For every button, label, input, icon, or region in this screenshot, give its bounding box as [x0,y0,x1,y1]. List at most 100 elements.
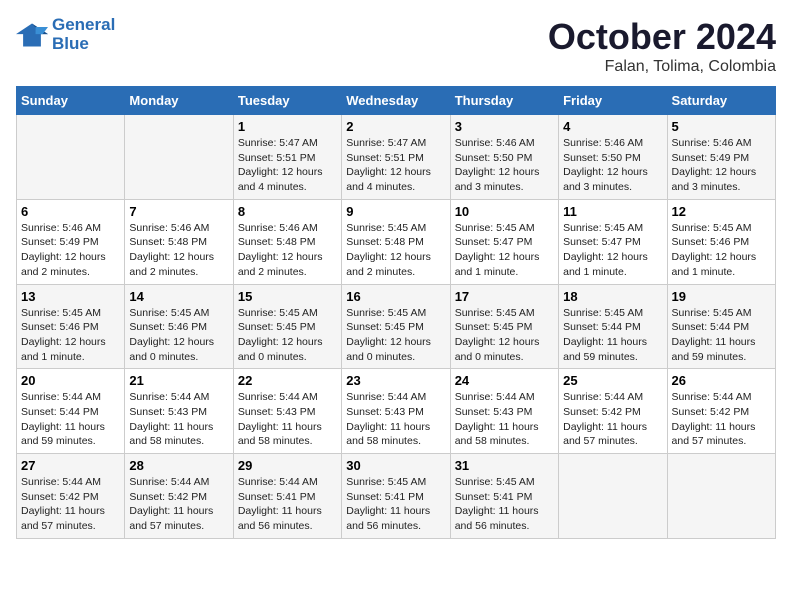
day-number: 3 [455,119,554,134]
day-detail: Sunrise: 5:46 AMSunset: 5:48 PMDaylight:… [129,221,228,280]
day-detail: Sunrise: 5:45 AMSunset: 5:47 PMDaylight:… [563,221,662,280]
calendar-day-cell: 13 Sunrise: 5:45 AMSunset: 5:46 PMDayligh… [17,284,125,369]
calendar-week-row: 20 Sunrise: 5:44 AMSunset: 5:44 PMDayligh… [17,369,776,454]
day-number: 5 [672,119,771,134]
calendar-week-row: 6 Sunrise: 5:46 AMSunset: 5:49 PMDaylight… [17,199,776,284]
day-detail: Sunrise: 5:44 AMSunset: 5:44 PMDaylight:… [21,390,120,449]
weekday-header: Thursday [450,87,558,115]
calendar-day-cell: 18 Sunrise: 5:45 AMSunset: 5:44 PMDayligh… [559,284,667,369]
weekday-header: Monday [125,87,233,115]
day-detail: Sunrise: 5:44 AMSunset: 5:43 PMDaylight:… [455,390,554,449]
day-detail: Sunrise: 5:46 AMSunset: 5:49 PMDaylight:… [21,221,120,280]
day-detail: Sunrise: 5:45 AMSunset: 5:46 PMDaylight:… [129,306,228,365]
day-number: 30 [346,458,445,473]
calendar-day-cell [559,454,667,539]
calendar-day-cell: 12 Sunrise: 5:45 AMSunset: 5:46 PMDayligh… [667,199,775,284]
title-area: October 2024 Falan, Tolima, Colombia [548,16,776,76]
weekday-header: Saturday [667,87,775,115]
calendar-day-cell [667,454,775,539]
day-number: 2 [346,119,445,134]
day-number: 16 [346,289,445,304]
calendar-day-cell: 22 Sunrise: 5:44 AMSunset: 5:43 PMDayligh… [233,369,341,454]
weekday-header: Tuesday [233,87,341,115]
day-number: 11 [563,204,662,219]
day-number: 18 [563,289,662,304]
calendar-day-cell: 20 Sunrise: 5:44 AMSunset: 5:44 PMDayligh… [17,369,125,454]
day-detail: Sunrise: 5:45 AMSunset: 5:46 PMDaylight:… [672,221,771,280]
day-number: 12 [672,204,771,219]
day-number: 15 [238,289,337,304]
calendar-day-cell: 26 Sunrise: 5:44 AMSunset: 5:42 PMDayligh… [667,369,775,454]
calendar-day-cell: 17 Sunrise: 5:45 AMSunset: 5:45 PMDayligh… [450,284,558,369]
day-number: 6 [21,204,120,219]
calendar-day-cell: 23 Sunrise: 5:44 AMSunset: 5:43 PMDayligh… [342,369,450,454]
day-number: 22 [238,373,337,388]
header: General Blue October 2024 Falan, Tolima,… [16,16,776,76]
day-number: 19 [672,289,771,304]
day-detail: Sunrise: 5:46 AMSunset: 5:50 PMDaylight:… [455,136,554,195]
calendar-day-cell: 29 Sunrise: 5:44 AMSunset: 5:41 PMDayligh… [233,454,341,539]
day-detail: Sunrise: 5:44 AMSunset: 5:43 PMDaylight:… [346,390,445,449]
calendar-day-cell: 16Sunrise: 5:45 AMSunset: 5:45 PMDayligh… [342,284,450,369]
calendar-table: SundayMondayTuesdayWednesdayThursdayFrid… [16,86,776,539]
day-number: 4 [563,119,662,134]
day-detail: Sunrise: 5:44 AMSunset: 5:43 PMDaylight:… [129,390,228,449]
calendar-day-cell: 19 Sunrise: 5:45 AMSunset: 5:44 PMDayligh… [667,284,775,369]
day-detail: Sunrise: 5:45 AMSunset: 5:45 PMDaylight:… [455,306,554,365]
day-number: 23 [346,373,445,388]
calendar-day-cell: 5 Sunrise: 5:46 AMSunset: 5:49 PMDaylight… [667,115,775,200]
calendar-day-cell [17,115,125,200]
day-detail: Sunrise: 5:44 AMSunset: 5:41 PMDaylight:… [238,475,337,534]
calendar-week-row: 27Sunrise: 5:44 AMSunset: 5:42 PMDayligh… [17,454,776,539]
calendar-week-row: 1 Sunrise: 5:47 AMSunset: 5:51 PMDaylight… [17,115,776,200]
logo-icon [16,21,48,49]
day-number: 29 [238,458,337,473]
day-detail: Sunrise: 5:47 AMSunset: 5:51 PMDaylight:… [346,136,445,195]
day-number: 25 [563,373,662,388]
calendar-day-cell: 14Sunrise: 5:45 AMSunset: 5:46 PMDayligh… [125,284,233,369]
calendar-day-cell: 6 Sunrise: 5:46 AMSunset: 5:49 PMDaylight… [17,199,125,284]
day-detail: Sunrise: 5:45 AMSunset: 5:44 PMDaylight:… [563,306,662,365]
calendar-day-cell: 11 Sunrise: 5:45 AMSunset: 5:47 PMDayligh… [559,199,667,284]
day-detail: Sunrise: 5:44 AMSunset: 5:43 PMDaylight:… [238,390,337,449]
calendar-day-cell: 24Sunrise: 5:44 AMSunset: 5:43 PMDayligh… [450,369,558,454]
calendar-day-cell: 28 Sunrise: 5:44 AMSunset: 5:42 PMDayligh… [125,454,233,539]
calendar-day-cell: 8 Sunrise: 5:46 AMSunset: 5:48 PMDaylight… [233,199,341,284]
calendar-day-cell: 1 Sunrise: 5:47 AMSunset: 5:51 PMDaylight… [233,115,341,200]
calendar-day-cell [125,115,233,200]
calendar-day-cell: 2 Sunrise: 5:47 AMSunset: 5:51 PMDaylight… [342,115,450,200]
day-detail: Sunrise: 5:46 AMSunset: 5:50 PMDaylight:… [563,136,662,195]
day-number: 28 [129,458,228,473]
calendar-week-row: 13 Sunrise: 5:45 AMSunset: 5:46 PMDayligh… [17,284,776,369]
day-detail: Sunrise: 5:45 AMSunset: 5:44 PMDaylight:… [672,306,771,365]
day-number: 13 [21,289,120,304]
day-detail: Sunrise: 5:45 AMSunset: 5:45 PMDaylight:… [238,306,337,365]
calendar-day-cell: 21 Sunrise: 5:44 AMSunset: 5:43 PMDayligh… [125,369,233,454]
location-title: Falan, Tolima, Colombia [548,58,776,76]
day-number: 8 [238,204,337,219]
calendar-day-cell: 31Sunrise: 5:45 AMSunset: 5:41 PMDayligh… [450,454,558,539]
day-detail: Sunrise: 5:45 AMSunset: 5:46 PMDaylight:… [21,306,120,365]
day-detail: Sunrise: 5:44 AMSunset: 5:42 PMDaylight:… [21,475,120,534]
calendar-day-cell: 9Sunrise: 5:45 AMSunset: 5:48 PMDaylight… [342,199,450,284]
day-number: 1 [238,119,337,134]
weekday-header: Sunday [17,87,125,115]
day-number: 21 [129,373,228,388]
day-detail: Sunrise: 5:44 AMSunset: 5:42 PMDaylight:… [129,475,228,534]
day-number: 17 [455,289,554,304]
day-detail: Sunrise: 5:46 AMSunset: 5:48 PMDaylight:… [238,221,337,280]
day-number: 20 [21,373,120,388]
logo-text: General Blue [52,16,115,53]
calendar-day-cell: 4 Sunrise: 5:46 AMSunset: 5:50 PMDaylight… [559,115,667,200]
calendar-day-cell: 3 Sunrise: 5:46 AMSunset: 5:50 PMDaylight… [450,115,558,200]
day-number: 7 [129,204,228,219]
weekday-header: Friday [559,87,667,115]
day-number: 9 [346,204,445,219]
day-number: 26 [672,373,771,388]
weekday-header-row: SundayMondayTuesdayWednesdayThursdayFrid… [17,87,776,115]
day-detail: Sunrise: 5:44 AMSunset: 5:42 PMDaylight:… [672,390,771,449]
day-number: 10 [455,204,554,219]
day-detail: Sunrise: 5:46 AMSunset: 5:49 PMDaylight:… [672,136,771,195]
logo: General Blue [16,16,115,53]
day-detail: Sunrise: 5:47 AMSunset: 5:51 PMDaylight:… [238,136,337,195]
